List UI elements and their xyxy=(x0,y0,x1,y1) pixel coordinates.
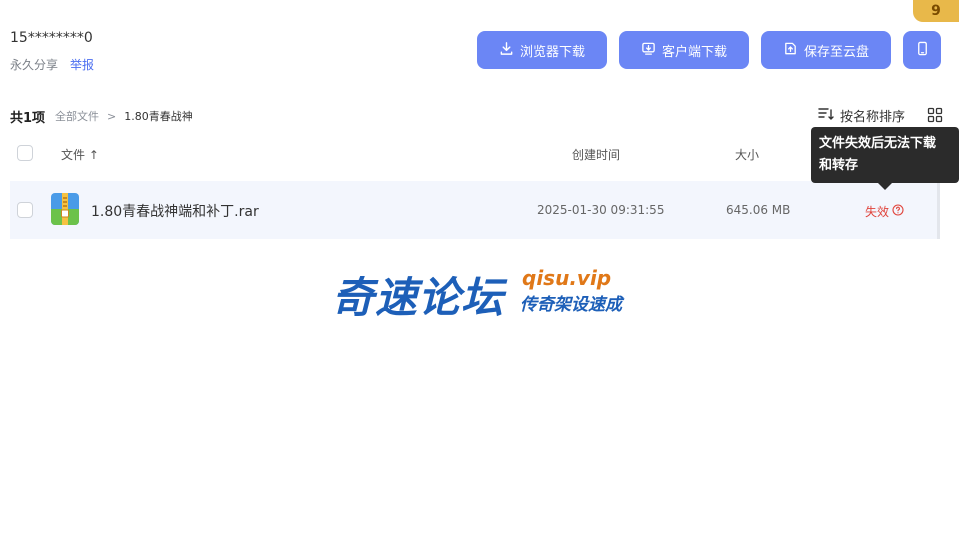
browser-download-button[interactable]: 浏览器下载 xyxy=(477,31,607,69)
row-checkbox[interactable] xyxy=(17,202,33,218)
permanent-share-label: 永久分享 xyxy=(10,58,59,72)
share-meta: 永久分享 举报 xyxy=(10,56,94,73)
sort-label: 按名称排序 xyxy=(839,110,905,125)
sort-icon xyxy=(818,107,834,125)
watermark-slogan: 传奇架设速成 xyxy=(520,295,622,315)
action-buttons: 浏览器下载 客户端下载 保存至云盘 xyxy=(477,31,941,69)
status-tooltip: 文件失效后无法下载 和转存 xyxy=(811,127,959,183)
table-row[interactable]: 1.80青春战神端和补丁.rar 2025-01-30 09:31:55 645… xyxy=(10,181,940,239)
watermark-url: qisu.vip xyxy=(522,266,612,290)
watermark-title: 奇速论坛 xyxy=(332,273,505,322)
mobile-icon xyxy=(915,41,930,60)
sort-by-name-button[interactable]: 按名称排序 xyxy=(818,106,905,125)
client-download-button[interactable]: 客户端下载 xyxy=(619,31,749,69)
breadcrumb-root[interactable]: 全部文件 xyxy=(55,108,99,124)
select-all-checkbox[interactable] xyxy=(17,145,33,161)
vip-corner-badge[interactable]: 9 xyxy=(913,0,959,22)
share-user: 15********0 xyxy=(10,30,93,46)
save-to-cloud-button[interactable]: 保存至云盘 xyxy=(761,31,891,69)
tooltip-line-2: 和转存 xyxy=(819,158,859,173)
rar-file-icon xyxy=(51,193,79,225)
breadcrumb-current: 1.80青春战神 xyxy=(124,110,193,123)
item-count: 共1项 xyxy=(10,110,46,126)
toolbar: 共1项 全部文件 > 1.80青春战神 按名称排序 xyxy=(10,106,945,126)
file-status[interactable]: 失效 xyxy=(865,203,904,220)
save-to-cloud-label: 保存至云盘 xyxy=(803,44,869,60)
status-label: 失效 xyxy=(865,205,890,219)
save-icon xyxy=(783,41,798,60)
vip-badge-text: 9 xyxy=(931,3,941,19)
download-icon xyxy=(499,41,514,60)
file-name[interactable]: 1.80青春战神端和补丁.rar xyxy=(91,201,259,221)
mobile-button[interactable] xyxy=(903,31,941,69)
help-circle-icon[interactable] xyxy=(892,204,904,219)
watermark-logo: 奇速论坛 qisu.vip 传奇架设速成 xyxy=(332,262,632,322)
file-size: 645.06 MB xyxy=(726,203,791,217)
client-download-label: 客户端下载 xyxy=(661,44,727,60)
tooltip-arrow xyxy=(878,183,892,190)
header-file-name[interactable]: 文件 ↑ xyxy=(61,146,99,163)
breadcrumb-separator: > xyxy=(107,109,117,123)
header-size: 大小 xyxy=(735,148,760,162)
client-icon xyxy=(641,41,656,60)
header-created-time: 创建时间 xyxy=(572,148,621,162)
grid-view-icon[interactable] xyxy=(927,107,943,123)
report-link[interactable]: 举报 xyxy=(70,56,94,73)
browser-download-label: 浏览器下载 xyxy=(519,44,585,60)
tooltip-line-1: 文件失效后无法下载 xyxy=(819,136,937,151)
file-created-time: 2025-01-30 09:31:55 xyxy=(537,203,665,217)
table-header: 文件 ↑ 创建时间 大小 状态 xyxy=(10,140,940,168)
